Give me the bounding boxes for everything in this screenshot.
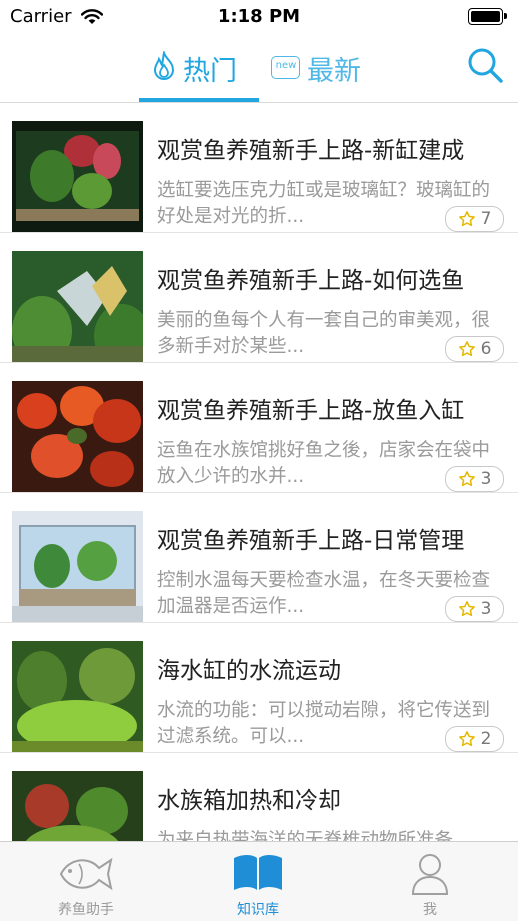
list-item[interactable]: 水族箱加热和冷却 为来自热带海洋的无脊椎动物所准备 xyxy=(0,753,518,841)
article-summary: 为来自热带海洋的无脊椎动物所准备 xyxy=(157,830,454,841)
search-button[interactable] xyxy=(466,46,506,86)
tab-fish-assistant-label: 养鱼助手 xyxy=(58,902,114,918)
search-icon xyxy=(468,48,503,83)
tab-me[interactable]: 我 xyxy=(344,842,516,921)
tab-latest-label: 最新 xyxy=(307,55,361,87)
article-thumbnail xyxy=(12,511,143,622)
fish-icon xyxy=(0,852,172,896)
list-item[interactable]: 观赏鱼养殖新手上路-如何选鱼 美丽的鱼每个人有一套自己的审美观，很多新手对於某些… xyxy=(0,233,518,363)
bottom-tab-bar: 养鱼助手 知识库 我 xyxy=(0,841,518,921)
star-icon xyxy=(458,731,475,747)
clock: 1:18 PM xyxy=(217,6,301,27)
star-icon xyxy=(458,601,475,617)
article-thumbnail xyxy=(12,381,143,492)
tab-me-label: 我 xyxy=(423,902,437,918)
favorite-count: 3 xyxy=(480,599,492,619)
list-item[interactable]: 观赏鱼养殖新手上路-新缸建成 选缸要选压克力缸或是玻璃缸？玻璃缸的好处是对光的折… xyxy=(0,103,518,233)
tab-knowledge-base[interactable]: 知识库 xyxy=(172,842,344,921)
list-item[interactable]: 海水缸的水流运动 水流的功能：可以搅动岩隙，将它传送到过滤系统。可以... 2 xyxy=(0,623,518,753)
article-title: 水族箱加热和冷却 xyxy=(157,788,341,814)
article-title: 观赏鱼养殖新手上路-放鱼入缸 xyxy=(157,398,465,424)
status-bar: Carrier 1:18 PM xyxy=(0,0,518,34)
top-nav: 热门 new 最新 xyxy=(0,34,518,103)
article-title: 观赏鱼养殖新手上路-日常管理 xyxy=(157,528,465,554)
article-thumbnail xyxy=(12,251,143,362)
tab-knowledge-base-label: 知识库 xyxy=(237,902,279,918)
article-thumbnail xyxy=(12,771,143,841)
favorite-count-badge[interactable]: 6 xyxy=(445,336,504,362)
star-icon xyxy=(458,211,475,227)
person-icon xyxy=(344,852,516,896)
favorite-count-badge[interactable]: 7 xyxy=(445,206,504,232)
list-item[interactable]: 观赏鱼养殖新手上路-日常管理 控制水温每天要检查水温，在冬天要检查加温器是否运作… xyxy=(0,493,518,623)
favorite-count-badge[interactable]: 3 xyxy=(445,466,504,492)
tab-fish-assistant[interactable]: 养鱼助手 xyxy=(0,842,172,921)
book-icon xyxy=(172,852,344,892)
tab-hot[interactable]: 热门 xyxy=(151,34,237,102)
tab-hot-label: 热门 xyxy=(183,55,237,87)
favorite-count: 6 xyxy=(480,339,492,359)
article-title: 观赏鱼养殖新手上路-如何选鱼 xyxy=(157,268,465,294)
star-icon xyxy=(458,471,475,487)
article-thumbnail xyxy=(12,121,143,232)
favorite-count: 7 xyxy=(480,209,492,229)
favorite-count-badge[interactable]: 2 xyxy=(445,726,504,752)
favorite-count: 2 xyxy=(480,729,492,749)
article-list[interactable]: 观赏鱼养殖新手上路-新缸建成 选缸要选压克力缸或是玻璃缸？玻璃缸的好处是对光的折… xyxy=(0,103,518,841)
list-item[interactable]: 观赏鱼养殖新手上路-放鱼入缸 运鱼在水族馆挑好鱼之後，店家会在袋中放入少许的水并… xyxy=(0,363,518,493)
active-tab-indicator xyxy=(139,98,259,102)
favorite-count: 3 xyxy=(480,469,492,489)
article-title: 海水缸的水流运动 xyxy=(157,658,341,684)
article-title: 观赏鱼养殖新手上路-新缸建成 xyxy=(157,138,465,164)
star-icon xyxy=(458,341,475,357)
article-thumbnail xyxy=(12,641,143,752)
new-badge-icon: new xyxy=(271,56,301,80)
flame-icon xyxy=(151,49,177,85)
battery-icon xyxy=(468,8,508,25)
tab-latest[interactable]: new 最新 xyxy=(271,34,361,102)
favorite-count-badge[interactable]: 3 xyxy=(445,596,504,622)
